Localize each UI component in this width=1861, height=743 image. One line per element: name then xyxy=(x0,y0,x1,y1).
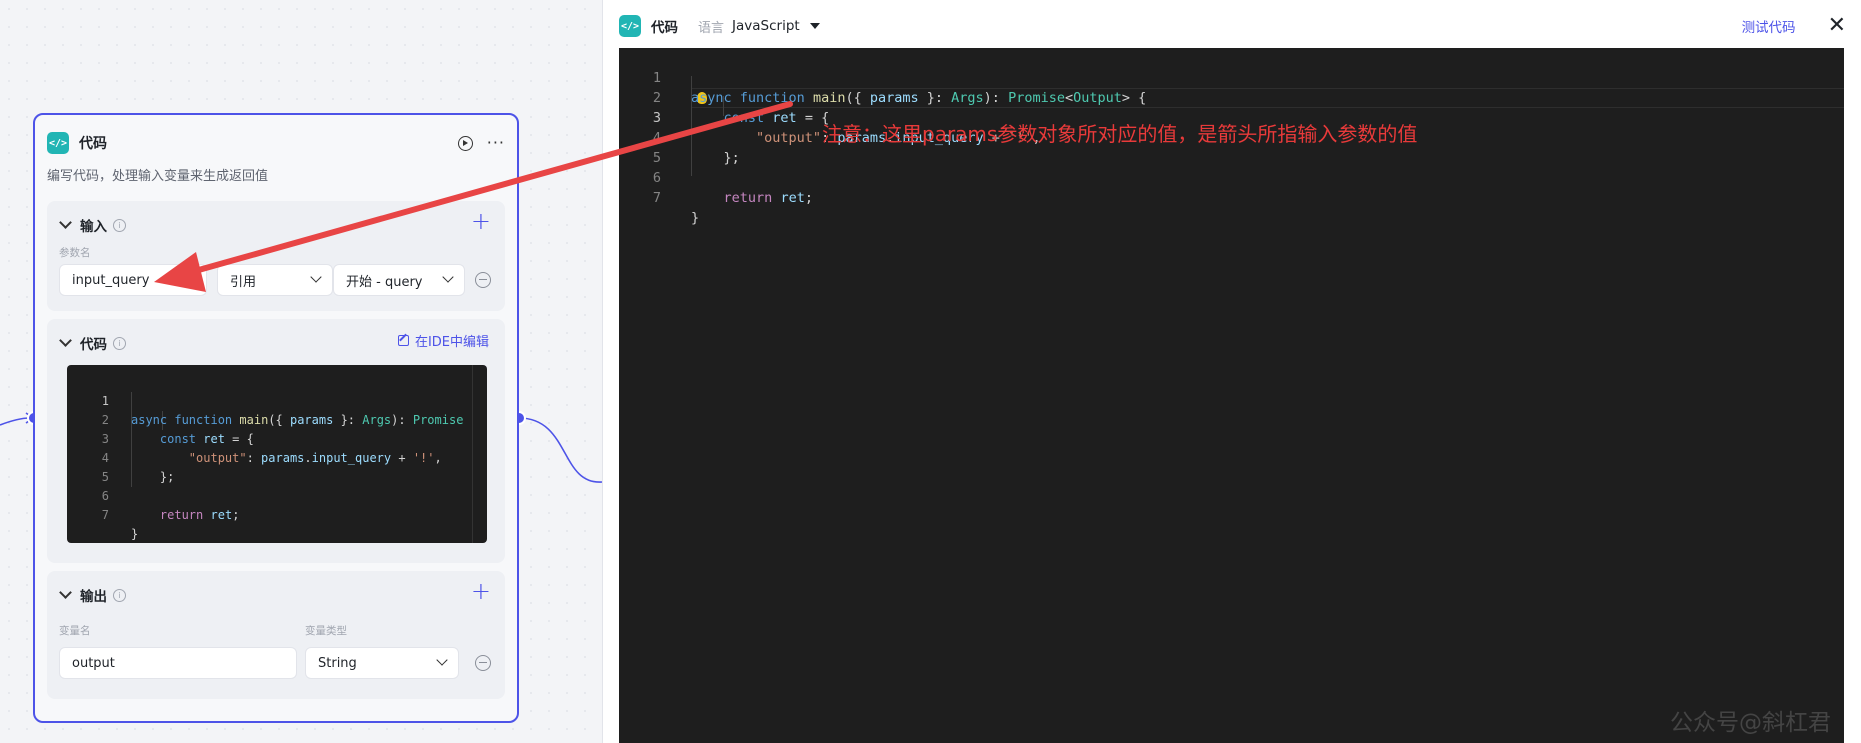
output-header-label: 输出 xyxy=(80,589,107,605)
annotation-text: 注意：这里params参数对象所对应的值，是箭头所指输入参数的值 xyxy=(822,122,1418,146)
node-header: </> 代码 ··· xyxy=(47,129,505,157)
code-line: 6 return ret; xyxy=(652,170,813,206)
ide-link-label: 在IDE中编辑 xyxy=(414,335,489,350)
chevron-down-icon xyxy=(59,586,72,599)
info-icon: i xyxy=(113,336,126,350)
add-input-button[interactable]: + xyxy=(471,209,491,233)
code-line: 4 }; xyxy=(101,451,175,484)
code-line: 2 const ret = { xyxy=(652,90,830,126)
var-type-value: String xyxy=(318,655,357,671)
code-line: 1 async function main({ params }: Args):… xyxy=(101,394,464,427)
chevron-down-icon xyxy=(436,654,448,666)
output-section-header[interactable]: 输出 i xyxy=(59,585,126,605)
code-line: 7 } xyxy=(652,190,700,226)
edit-icon xyxy=(397,335,409,346)
chevron-down-icon xyxy=(59,216,72,229)
add-output-button[interactable]: + xyxy=(471,579,491,603)
code-line: 3 "output": params.input_query + '!', xyxy=(652,110,1041,146)
code-section: 代码 i 在IDE中编辑 1 async function main({ par… xyxy=(47,319,505,563)
language-select[interactable]: JavaScript xyxy=(732,18,800,34)
input-section-header[interactable]: 输入 i xyxy=(59,215,126,235)
remove-input-button[interactable] xyxy=(475,272,491,288)
ref-type-select[interactable]: 引用 xyxy=(217,264,333,296)
chevron-down-icon xyxy=(310,271,322,283)
code-node[interactable]: </> 代码 ··· 编写代码，处理输入变量来生成返回值 输入 i + 参数名 … xyxy=(33,113,519,723)
chevron-down-icon xyxy=(442,271,454,283)
code-line: 7 } xyxy=(101,508,139,541)
var-name-value: output xyxy=(72,655,115,671)
code-line: 2 const ret = { xyxy=(101,413,254,446)
test-code-button[interactable]: 测试代码 xyxy=(1742,16,1796,36)
code-header-label: 代码 xyxy=(80,337,107,353)
input-section: 输入 i + 参数名 input_query 引用 开始 - query xyxy=(47,201,505,311)
input-header-label: 输入 xyxy=(80,219,107,235)
more-icon[interactable]: ··· xyxy=(487,135,505,151)
node-title: 代码 xyxy=(79,136,107,152)
ref-value: 开始 - query xyxy=(346,274,423,290)
output-section: 输出 i + 变量名 变量类型 output String xyxy=(47,571,505,699)
var-name-input[interactable]: output xyxy=(59,647,297,679)
code-editor-panel: </> 代码 语言 JavaScript 测试代码 ✕ 1 async func… xyxy=(602,0,1861,743)
ref-type-value: 引用 xyxy=(230,274,257,290)
code-line: 3 "output": params.input_query + '!', xyxy=(101,432,442,465)
scrollbar[interactable] xyxy=(472,365,487,543)
close-icon[interactable]: ✕ xyxy=(1828,15,1846,37)
var-type-label: 变量类型 xyxy=(305,625,347,637)
code-node-icon: </> xyxy=(47,132,69,154)
var-type-select[interactable]: String xyxy=(305,647,459,679)
ref-value-select[interactable]: 开始 - query xyxy=(333,264,465,296)
code-line: 6 return ret; xyxy=(101,489,240,522)
language-label: 语言 xyxy=(698,20,725,36)
edit-in-ide-link[interactable]: 在IDE中编辑 xyxy=(397,331,489,350)
var-name-label: 变量名 xyxy=(59,625,91,637)
param-name-value: input_query xyxy=(72,272,150,288)
watermark: 公众号@斜杠君 xyxy=(1670,710,1831,736)
code-section-header[interactable]: 代码 i xyxy=(59,333,126,353)
code-preview[interactable]: 1 async function main({ params }: Args):… xyxy=(67,365,487,543)
node-description: 编写代码，处理输入变量来生成返回值 xyxy=(47,169,269,184)
chevron-down-icon xyxy=(59,334,72,347)
info-icon: i xyxy=(113,218,126,232)
remove-output-button[interactable] xyxy=(475,655,491,671)
code-node-icon: </> xyxy=(619,15,641,37)
code-line: 5 xyxy=(101,470,109,484)
panel-header: </> 代码 语言 JavaScript 测试代码 ✕ xyxy=(619,14,1846,38)
param-name-input[interactable]: input_query xyxy=(59,264,207,296)
info-icon: i xyxy=(113,588,126,602)
panel-title: 代码 xyxy=(651,20,678,36)
caret-down-icon[interactable] xyxy=(809,23,820,29)
param-name-label: 参数名 xyxy=(59,247,91,259)
code-editor[interactable]: 1 async function main({ params }: Args):… xyxy=(619,48,1844,743)
code-line: 1 async function main({ params }: Args):… xyxy=(652,70,1147,106)
run-icon[interactable] xyxy=(457,135,473,151)
